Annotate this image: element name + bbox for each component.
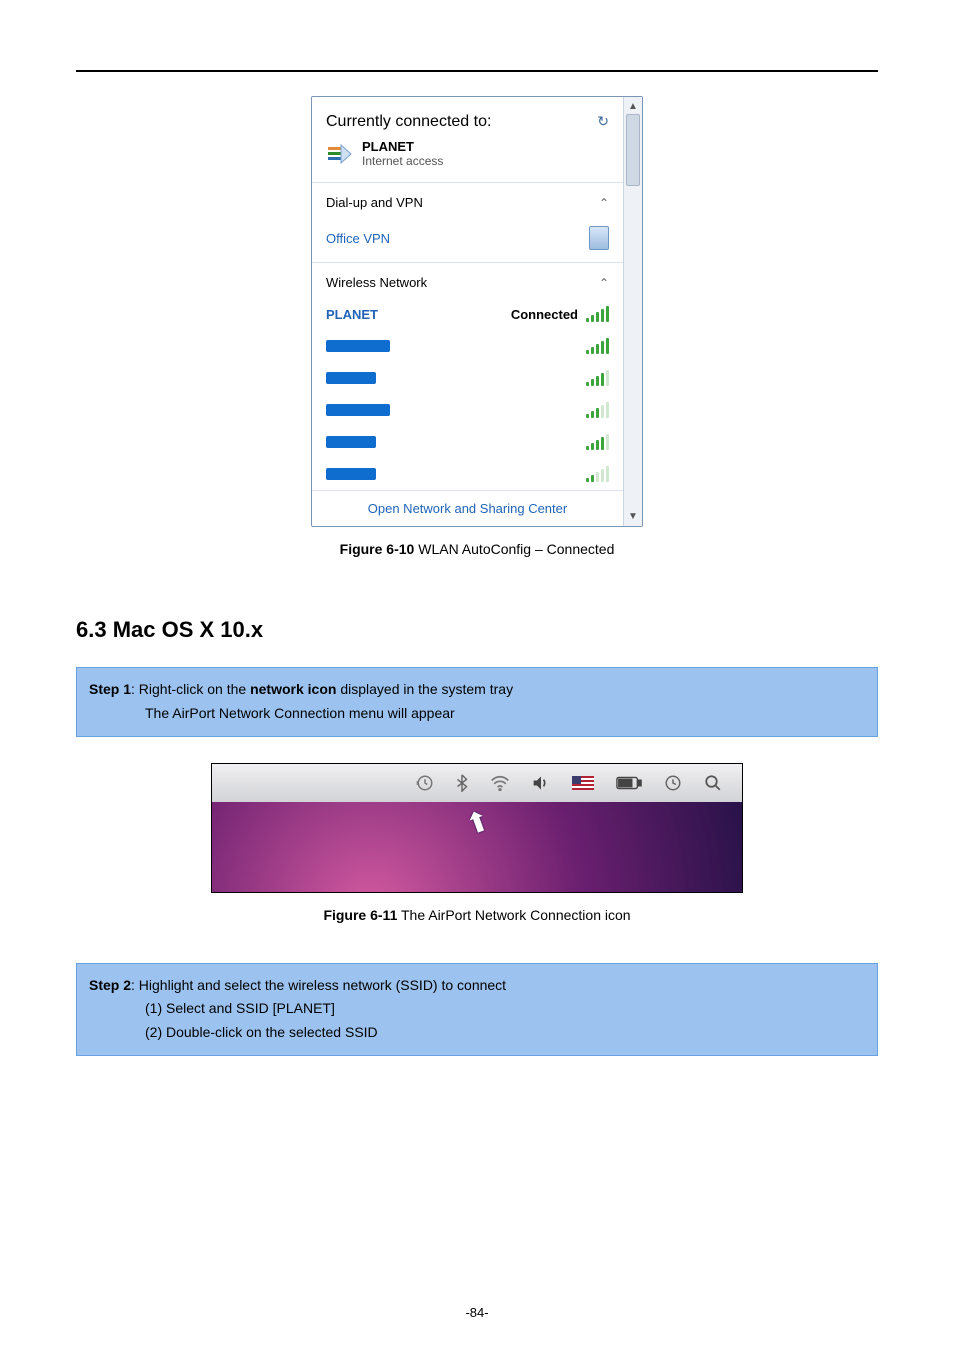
ssid-item[interactable] [312,362,623,394]
section-heading: 6.3 Mac OS X 10.x [76,617,878,643]
ssid-item[interactable] [312,394,623,426]
ssid-item[interactable] [312,426,623,458]
network-name: PLANET [362,139,443,154]
figure-caption: Figure 6-10 WLAN AutoConfig – Connected [76,541,878,557]
signal-icon [586,434,609,450]
ssid-status-group: Connected [511,306,609,322]
scroll-down-icon[interactable]: ▼ [628,511,638,522]
redacted-ssid [326,468,376,480]
scrollbar[interactable]: ▲ ▼ [623,97,642,526]
vpn-item-office[interactable]: Office VPN [312,218,623,258]
step2-text: : Highlight and select the wireless netw… [131,977,506,993]
step2-line1: Step 2: Highlight and select the wireles… [89,974,865,998]
figure-number: Figure 6-11 [323,907,397,923]
scroll-up-icon[interactable]: ▲ [628,101,638,112]
signal-icon [586,370,609,386]
step2-box: Step 2: Highlight and select the wireles… [76,963,878,1056]
connected-network-text: PLANET Internet access [362,139,443,168]
ssid-item[interactable] [312,458,623,490]
signal-icon [586,402,609,418]
wifi-icon[interactable] [490,775,510,791]
figure-number: Figure 6-10 [340,541,415,557]
step1-text-b: network icon [250,681,336,697]
bluetooth-icon[interactable] [456,774,468,792]
spotlight-icon[interactable] [704,774,722,792]
step2-label: Step 2 [89,977,131,993]
network-center-link[interactable]: Open Network and Sharing Center [312,490,623,526]
flag-icon[interactable] [572,776,594,790]
signal-icon [586,466,609,482]
network-globe-icon [326,142,354,166]
step2-item1: (1) Select and SSID [PLANET] [89,997,865,1021]
header-rule [76,70,878,72]
redacted-ssid [326,404,390,416]
cursor-arrow-icon: ⬆ [461,803,494,842]
figure-text: The AirPort Network Connection icon [397,907,630,923]
timemachine-icon[interactable] [416,774,434,792]
network-center-label: Open Network and Sharing Center [368,501,567,516]
currently-connected-label: Currently connected to: [326,113,491,131]
connected-label: Connected [511,307,578,322]
ssid-item-planet[interactable]: PLANET Connected [312,298,623,330]
wireless-label: Wireless Network [326,275,427,290]
figure-wlan-wrapper: Currently connected to: ↻ PLANET Interne… [76,96,878,527]
ssid-name: PLANET [326,307,378,322]
signal-icon [586,338,609,354]
refresh-icon[interactable]: ↻ [597,113,609,130]
step1-text-c: displayed in the system tray [336,681,513,697]
redacted-ssid [326,436,376,448]
wlan-header-row: Currently connected to: ↻ [312,107,623,139]
mac-desktop: ⬆ [212,802,742,892]
figure-caption: Figure 6-11 The AirPort Network Connecti… [76,907,878,923]
separator [312,182,623,183]
step1-line1: Step 1: Right-click on the network icon … [89,678,865,702]
wireless-section-header[interactable]: Wireless Network ⌃ [312,267,623,298]
separator [312,262,623,263]
dialup-section-header[interactable]: Dial-up and VPN ⌃ [312,187,623,218]
scroll-thumb[interactable] [626,114,640,186]
dialup-label: Dial-up and VPN [326,195,423,210]
chevron-up-icon: ⌃ [599,196,609,210]
signal-icon [586,306,609,322]
redacted-ssid [326,340,390,352]
battery-icon[interactable] [616,776,642,790]
figure-mac-menubar: ⬆ [211,763,743,893]
connected-network-row[interactable]: PLANET Internet access [312,139,623,178]
figure-text: WLAN AutoConfig – Connected [414,541,614,557]
step1-box: Step 1: Right-click on the network icon … [76,667,878,737]
redacted-ssid [326,372,376,384]
chevron-up-icon: ⌃ [599,276,609,290]
step2-item2: (2) Double-click on the selected SSID [89,1021,865,1045]
clock-icon[interactable] [664,774,682,792]
vpn-icon [589,226,609,250]
step1-text-a: : Right-click on the [131,681,250,697]
network-status: Internet access [362,154,443,168]
wlan-autoconfig-window: Currently connected to: ↻ PLANET Interne… [311,96,643,527]
page-number: -84- [0,1305,954,1320]
vpn-name: Office VPN [326,231,390,246]
document-page: Currently connected to: ↻ PLANET Interne… [0,0,954,1350]
mac-menubar [212,764,742,802]
step1-line2: The AirPort Network Connection menu will… [89,702,865,726]
volume-icon[interactable] [532,775,550,791]
step1-label: Step 1 [89,681,131,697]
ssid-item[interactable] [312,330,623,362]
wlan-body: Currently connected to: ↻ PLANET Interne… [312,97,623,526]
